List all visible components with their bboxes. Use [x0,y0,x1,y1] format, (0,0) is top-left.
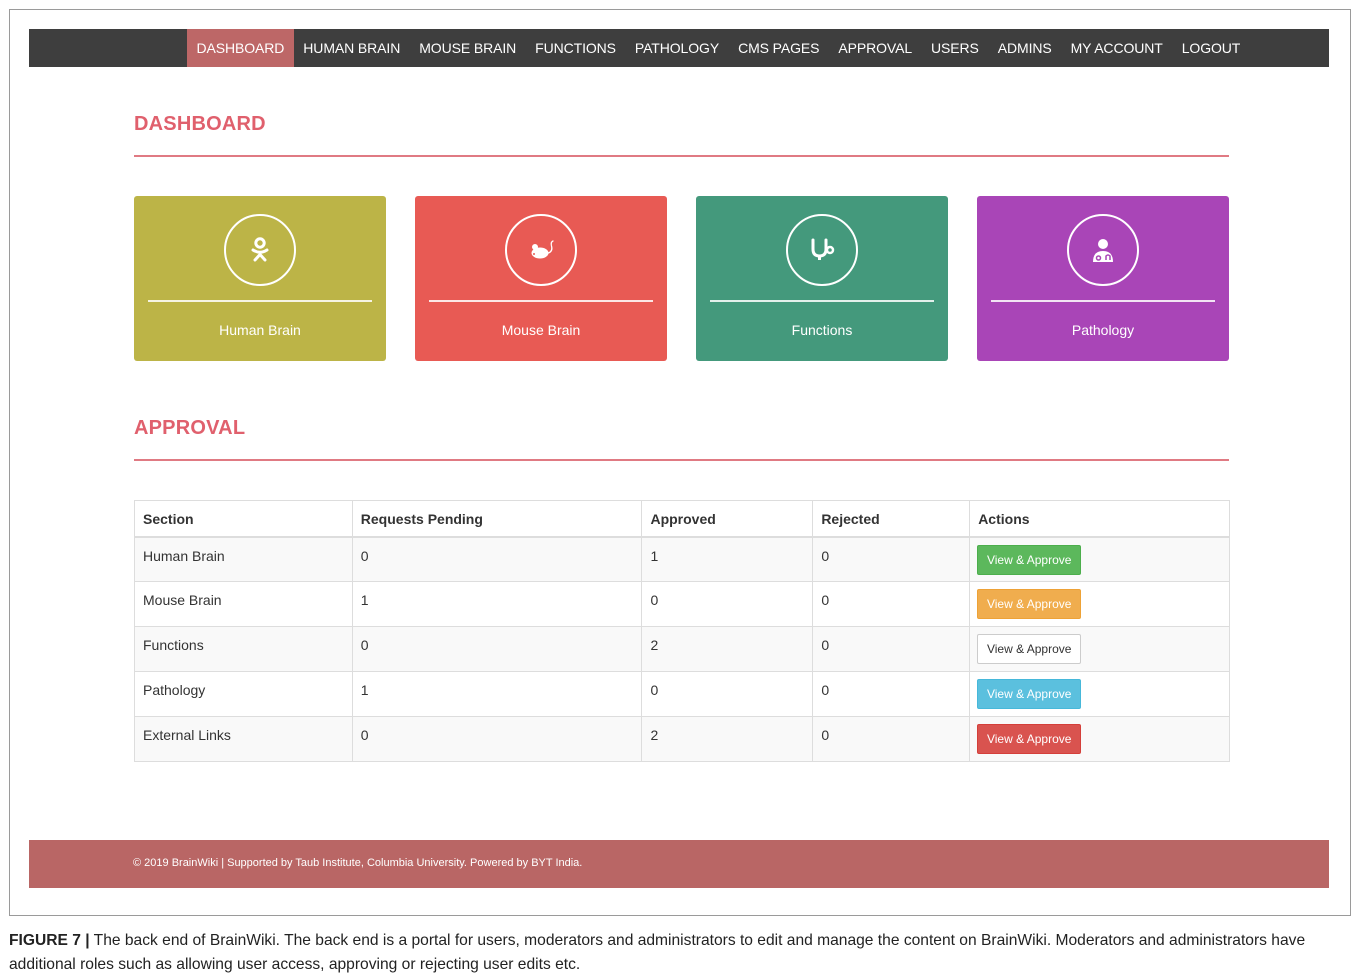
cell-actions: View & Approve [969,626,1230,672]
nav-item-my-account[interactable]: MY ACCOUNT [1061,29,1172,67]
nav-item-admins[interactable]: ADMINS [988,29,1061,67]
cell-rejected: 0 [812,671,971,717]
card-human-brain[interactable]: Human Brain [134,196,386,361]
cell-pending: 0 [351,626,643,672]
cell-section: External Links [134,716,353,762]
odnoklassniki-icon [224,214,296,286]
cell-pending: 0 [351,716,643,762]
view-approve-button[interactable]: View & Approve [977,679,1082,709]
card-functions[interactable]: Functions [696,196,948,361]
approval-divider [134,459,1229,461]
dashboard-divider [134,155,1229,157]
cell-actions: View & Approve [969,671,1230,717]
approval-title: APPROVAL [134,417,246,439]
column-header-section: Section [134,500,353,538]
card-label: Human Brain [219,322,301,338]
view-approve-button[interactable]: View & Approve [977,544,1082,575]
cell-approved: 0 [641,581,814,627]
top-nav: DASHBOARD HUMAN BRAIN MOUSE BRAIN FUNCTI… [29,29,1329,67]
nav-item-users[interactable]: USERS [922,29,989,67]
mouse-icon [505,214,577,286]
card-mouse-brain[interactable]: Mouse Brain [415,196,667,361]
cell-pending: 1 [351,671,643,717]
column-header-requests-pending: Requests Pending [351,500,643,538]
cell-approved: 2 [641,716,814,762]
table-row: External Links 0 2 0 View & Approve [134,716,1230,762]
table-row: Human Brain 0 1 0 View & Approve [134,536,1230,582]
nav-item-dashboard[interactable]: DASHBOARD [187,29,294,67]
view-approve-button[interactable]: View & Approve [977,724,1082,754]
nav-item-mouse-brain[interactable]: MOUSE BRAIN [410,29,526,67]
cell-actions: View & Approve [969,581,1230,627]
cell-actions: View & Approve [969,536,1230,582]
cell-section: Human Brain [134,536,353,582]
nav-item-cms-pages[interactable]: CMS PAGES [729,29,829,67]
nav-item-logout[interactable]: LOGOUT [1172,29,1250,67]
cell-rejected: 0 [812,536,971,582]
page-footer: © 2019 BrainWiki | Supported by Taub Ins… [29,840,1329,888]
card-divider [710,300,934,302]
cell-approved: 0 [641,671,814,717]
cell-section: Pathology [134,671,353,717]
dashboard-title: DASHBOARD [134,113,266,135]
cell-pending: 0 [351,536,643,582]
table-header-row: Section Requests Pending Approved Reject… [134,500,1230,538]
cell-pending: 1 [351,581,643,627]
nav-item-approval[interactable]: APPROVAL [829,29,922,67]
cell-actions: View & Approve [969,716,1230,762]
card-divider [429,300,653,302]
nav-item-pathology[interactable]: PATHOLOGY [625,29,728,67]
approval-table: Section Requests Pending Approved Reject… [134,500,1230,762]
cell-rejected: 0 [812,581,971,627]
card-label: Mouse Brain [501,322,581,338]
footer-copyright: © 2019 BrainWiki | Supported by Taub Ins… [133,857,583,869]
cell-section: Functions [134,626,353,672]
cell-rejected: 0 [812,626,971,672]
nav-item-human-brain[interactable]: HUMAN BRAIN [294,29,410,67]
figure-caption-text: The back end of BrainWiki. The back end … [9,932,1306,973]
page-frame [9,9,1351,916]
card-pathology[interactable]: Pathology [977,196,1229,361]
stethoscope-icon [786,214,858,286]
view-approve-button[interactable]: View & Approve [977,589,1082,619]
card-divider [148,300,372,302]
card-divider [991,300,1215,302]
card-label: Pathology [1071,322,1135,338]
cell-section: Mouse Brain [134,581,353,627]
column-header-actions: Actions [969,500,1230,538]
cell-approved: 2 [641,626,814,672]
cell-rejected: 0 [812,716,971,762]
table-row: Mouse Brain 1 0 0 View & Approve [134,581,1230,627]
nav-item-functions[interactable]: FUNCTIONS [526,29,626,67]
figure-caption: FIGURE 7 | The back end of BrainWiki. Th… [9,929,1354,977]
table-row: Pathology 1 0 0 View & Approve [134,671,1230,717]
column-header-rejected: Rejected [812,500,971,538]
card-label: Functions [791,322,853,338]
table-row: Functions 0 2 0 View & Approve [134,626,1230,672]
column-header-approved: Approved [641,500,814,538]
cell-approved: 1 [641,536,814,582]
doctor-icon [1067,214,1139,286]
figure-caption-label: FIGURE 7 | [9,932,90,949]
view-approve-button[interactable]: View & Approve [977,634,1082,664]
